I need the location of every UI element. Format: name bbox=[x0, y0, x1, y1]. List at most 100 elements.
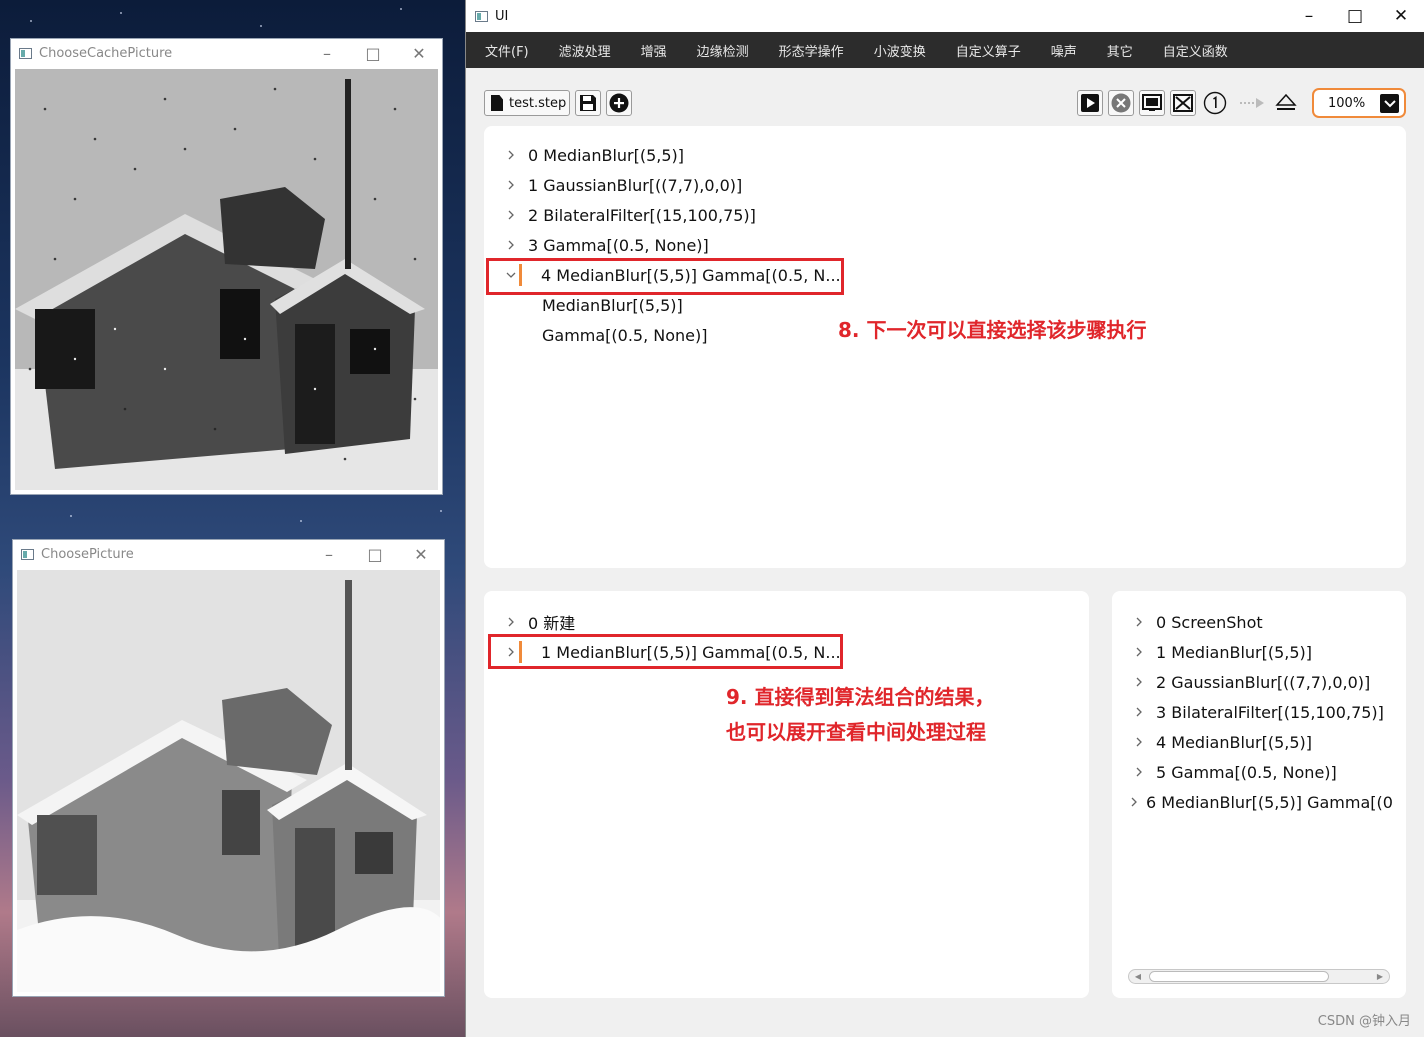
choose-cache-picture-window[interactable]: ChooseCachePicture – □ ✕ bbox=[10, 38, 443, 495]
scroll-left-icon[interactable]: ◀ bbox=[1131, 971, 1145, 982]
play-icon bbox=[1081, 94, 1099, 112]
menu-filter[interactable]: 滤波处理 bbox=[548, 32, 622, 68]
tree-item[interactable]: 3 Gamma[(0.5, None)] bbox=[502, 230, 709, 260]
menu-enhance[interactable]: 增强 bbox=[630, 32, 678, 68]
history-item[interactable]: 3 BilateralFilter[(15,100,75)] bbox=[1130, 697, 1384, 727]
tree-item[interactable]: 0 新建 bbox=[502, 607, 575, 637]
close-icon[interactable]: ✕ bbox=[396, 39, 442, 67]
window-titlebar[interactable]: ChoosePicture – □ ✕ bbox=[13, 540, 444, 568]
main-window[interactable]: UI – □ ✕ 文件(F) 滤波处理 增强 边缘检测 形态学操作 小波变换 自… bbox=[465, 0, 1424, 1037]
history-item-label: 5 Gamma[(0.5, None)] bbox=[1156, 762, 1337, 782]
app-icon bbox=[21, 548, 34, 560]
chevron-right-icon[interactable] bbox=[502, 150, 520, 160]
screen-icon bbox=[1142, 94, 1162, 111]
chevron-right-icon[interactable] bbox=[1130, 707, 1148, 717]
horizontal-scrollbar[interactable]: ◀ ▶ bbox=[1128, 969, 1390, 984]
eject-icon bbox=[1275, 93, 1297, 110]
choose-picture-window[interactable]: ChoosePicture – □ ✕ bbox=[12, 539, 445, 997]
menu-noise[interactable]: 噪声 bbox=[1040, 32, 1088, 68]
choose-picture-image bbox=[17, 570, 440, 992]
maximize-icon[interactable]: □ bbox=[1332, 0, 1378, 32]
menu-edge-detection[interactable]: 边缘检测 bbox=[686, 32, 760, 68]
menu-custom-operator[interactable]: 自定义算子 bbox=[945, 32, 1032, 68]
tree-item-label: 0 MedianBlur[(5,5)] bbox=[528, 145, 685, 165]
chevron-down-icon[interactable] bbox=[1380, 94, 1399, 113]
save-icon bbox=[580, 95, 596, 111]
history-item-label: 0 ScreenShot bbox=[1156, 612, 1263, 632]
menu-custom-function[interactable]: 自定义函数 bbox=[1152, 32, 1239, 68]
file-button[interactable]: test.step bbox=[484, 90, 570, 116]
minimize-icon[interactable]: – bbox=[304, 39, 350, 67]
step-one-button[interactable] bbox=[1203, 91, 1227, 115]
tree-item-label: 0 新建 bbox=[528, 614, 576, 633]
toolbar: test.step 100% bbox=[484, 88, 1406, 118]
maximize-icon[interactable]: □ bbox=[350, 39, 396, 67]
window-title: ChoosePicture bbox=[41, 546, 134, 562]
screenshot-button[interactable] bbox=[1139, 90, 1165, 116]
tree-item[interactable]: 0 MedianBlur[(5,5)] bbox=[502, 140, 684, 170]
chevron-right-icon[interactable] bbox=[1130, 797, 1138, 807]
chevron-right-icon[interactable] bbox=[1130, 767, 1148, 777]
annotation-9-line1: 9. 直接得到算法组合的结果， bbox=[726, 685, 995, 709]
tree-item-label: 1 GaussianBlur[((7,7),0,0)] bbox=[528, 175, 743, 195]
window-titlebar[interactable]: ChooseCachePicture – □ ✕ bbox=[11, 39, 442, 67]
chevron-right-icon[interactable] bbox=[502, 617, 520, 627]
chevron-right-icon[interactable] bbox=[502, 180, 520, 190]
menubar: 文件(F) 滤波处理 增强 边缘检测 形态学操作 小波变换 自定义算子 噪声 其… bbox=[466, 32, 1424, 68]
history-item-label: 2 GaussianBlur[((7,7),0,0)] bbox=[1156, 672, 1371, 692]
close-icon[interactable]: ✕ bbox=[398, 540, 444, 568]
tree-child-item[interactable]: Gamma[(0.5, None)] bbox=[542, 320, 708, 350]
chevron-right-icon[interactable] bbox=[1130, 737, 1148, 747]
annotation-box-9 bbox=[488, 634, 843, 669]
tree-item[interactable]: 2 BilateralFilter[(15,100,75)] bbox=[502, 200, 756, 230]
history-item-label: 4 MedianBlur[(5,5)] bbox=[1156, 732, 1313, 752]
menu-other[interactable]: 其它 bbox=[1096, 32, 1144, 68]
chevron-right-icon[interactable] bbox=[1130, 647, 1148, 657]
window-title: ChooseCachePicture bbox=[39, 45, 173, 61]
history-item-label: 6 MedianBlur[(5,5)] Gamma[(0.5 bbox=[1146, 792, 1394, 812]
history-item[interactable]: 4 MedianBlur[(5,5)] bbox=[1130, 727, 1312, 757]
scroll-right-icon[interactable]: ▶ bbox=[1373, 971, 1387, 982]
file-icon bbox=[491, 95, 503, 111]
maximize-icon[interactable]: □ bbox=[352, 540, 398, 568]
annotation-box-8 bbox=[486, 258, 844, 295]
history-item[interactable]: 0 ScreenShot bbox=[1130, 607, 1263, 637]
menu-morphology[interactable]: 形态学操作 bbox=[768, 32, 855, 68]
annotation-8: 8. 下一次可以直接选择该步骤执行 bbox=[838, 318, 1147, 342]
history-item[interactable]: 5 Gamma[(0.5, None)] bbox=[1130, 757, 1337, 787]
tree-item-label: 2 BilateralFilter[(15,100,75)] bbox=[528, 205, 756, 225]
chevron-right-icon[interactable] bbox=[502, 210, 520, 220]
eject-button[interactable] bbox=[1274, 92, 1298, 114]
history-item-label: 1 MedianBlur[(5,5)] bbox=[1156, 642, 1313, 662]
chevron-right-icon[interactable] bbox=[1130, 617, 1148, 627]
stop-button[interactable] bbox=[1108, 90, 1134, 116]
close-screen-button[interactable] bbox=[1170, 90, 1196, 116]
tree-child-label: MedianBlur[(5,5)] bbox=[542, 295, 683, 315]
tree-item-label: 3 Gamma[(0.5, None)] bbox=[528, 235, 709, 255]
history-item[interactable]: 6 MedianBlur[(5,5)] Gamma[(0.5 bbox=[1130, 787, 1394, 817]
menu-wavelet[interactable]: 小波变换 bbox=[863, 32, 937, 68]
minimize-icon[interactable]: – bbox=[306, 540, 352, 568]
add-button[interactable] bbox=[606, 90, 632, 116]
scrollbar-thumb[interactable] bbox=[1149, 971, 1329, 982]
app-icon bbox=[19, 47, 32, 59]
minimize-icon[interactable]: – bbox=[1286, 0, 1332, 32]
main-titlebar[interactable]: UI – □ ✕ bbox=[466, 0, 1424, 32]
history-panel: 0 ScreenShot 1 MedianBlur[(5,5)] 2 Gauss… bbox=[1112, 591, 1406, 998]
history-item[interactable]: 2 GaussianBlur[((7,7),0,0)] bbox=[1130, 667, 1370, 697]
history-item[interactable]: 1 MedianBlur[(5,5)] bbox=[1130, 637, 1312, 667]
save-button[interactable] bbox=[575, 90, 601, 116]
chevron-right-icon[interactable] bbox=[1130, 677, 1148, 687]
tree-item[interactable]: 1 GaussianBlur[((7,7),0,0)] bbox=[502, 170, 742, 200]
close-icon[interactable]: ✕ bbox=[1378, 0, 1424, 32]
chevron-right-icon[interactable] bbox=[502, 240, 520, 250]
tree-child-label: Gamma[(0.5, None)] bbox=[542, 325, 708, 345]
menu-file[interactable]: 文件(F) bbox=[474, 32, 540, 68]
next-step-button[interactable] bbox=[1239, 94, 1265, 112]
zoom-value: 100% bbox=[1328, 95, 1366, 111]
close-screen-icon bbox=[1173, 94, 1193, 112]
arrow-icon bbox=[1240, 98, 1264, 108]
run-button[interactable] bbox=[1077, 90, 1103, 116]
zoom-select[interactable]: 100% bbox=[1312, 88, 1406, 118]
cache-picture-image bbox=[15, 69, 438, 490]
